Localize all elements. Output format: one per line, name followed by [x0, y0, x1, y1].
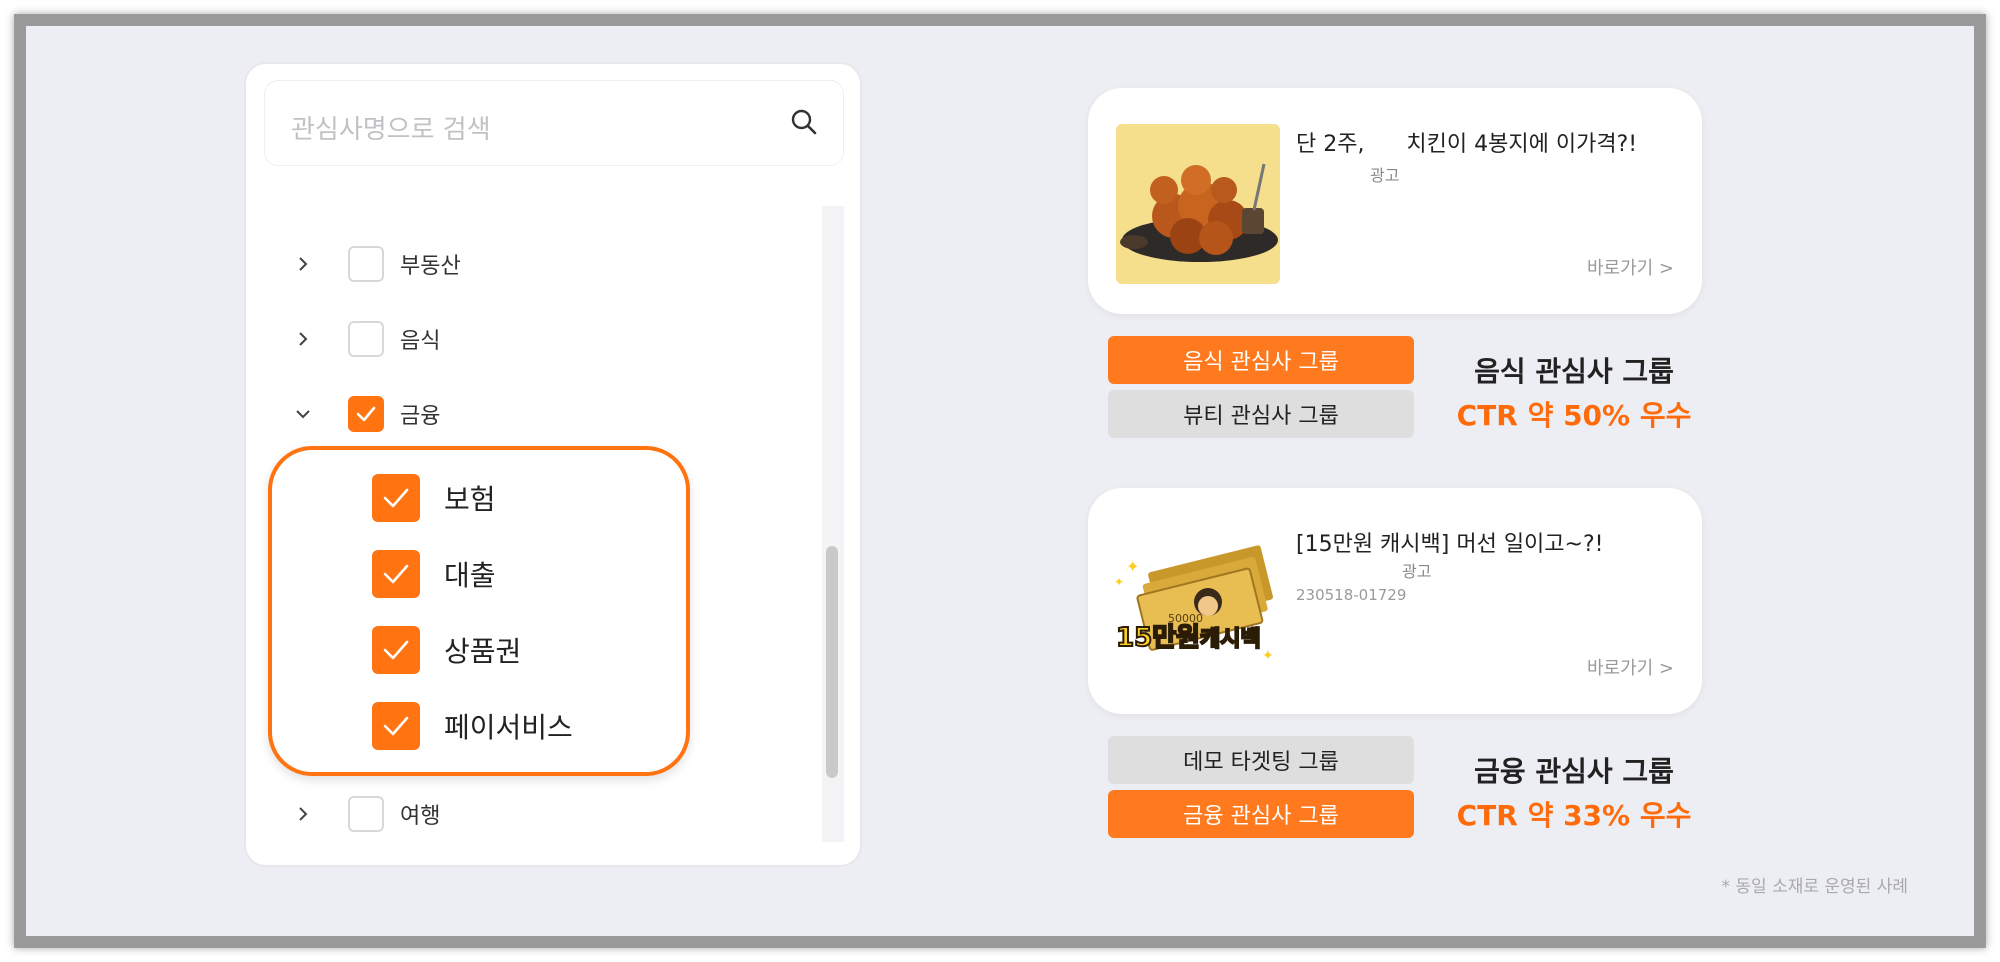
svg-text:✦: ✦	[1262, 648, 1274, 664]
scrollbar-thumb[interactable]	[826, 546, 838, 778]
tree-item-realestate[interactable]: 부동산	[288, 246, 461, 282]
checkbox[interactable]	[348, 796, 384, 832]
checkbox-checked[interactable]	[372, 626, 420, 674]
chevron-right-icon[interactable]	[288, 324, 318, 354]
result-ctr: CTR 약 50% 우수	[1456, 399, 1692, 432]
tree-item-label: 여행	[400, 804, 441, 829]
search-input[interactable]: 관심사명으로 검색	[264, 80, 844, 166]
checkbox[interactable]	[348, 246, 384, 282]
tree-item-label: 금융	[400, 404, 441, 429]
tree-subitem-insurance[interactable]: 보험	[372, 474, 496, 522]
check-icon	[383, 564, 409, 584]
svg-text:✦: ✦	[1114, 575, 1124, 589]
ad-title: 단 2주, 치킨이 4봉지에 이가격?!	[1296, 132, 1638, 157]
tree-subitem-label: 대출	[444, 559, 496, 592]
chevron-right-icon[interactable]	[288, 799, 318, 829]
check-icon	[383, 716, 409, 736]
tree-subitem-giftcard[interactable]: 상품권	[372, 626, 521, 674]
footnote: * 동일 소재로 운영된 사례	[1721, 877, 1908, 897]
group-pill-food: 음식 관심사 그룹	[1108, 336, 1414, 384]
tree-subitem-loan[interactable]: 대출	[372, 550, 496, 598]
go-link[interactable]: 바로가기 >	[1587, 654, 1674, 680]
search-placeholder: 관심사명으로 검색	[291, 115, 491, 145]
ad-label: 광고	[1370, 166, 1400, 185]
check-icon	[383, 640, 409, 660]
checkbox-checked[interactable]	[372, 702, 420, 750]
result-group: 음식 관심사 그룹	[1474, 355, 1674, 388]
ad-card-cashback[interactable]: 50000 15만원 캐시백 ✦ ✦ ✦ [15만원 캐시백] 머선 일이고~?…	[1088, 488, 1702, 714]
check-icon	[383, 488, 409, 508]
ad-title: [15만원 캐시백] 머선 일이고~?!	[1296, 532, 1604, 557]
tree-subitem-label: 상품권	[444, 635, 522, 668]
cashback-money-image: 50000 15만원 캐시백 ✦ ✦ ✦	[1112, 540, 1280, 670]
tree-item-label: 부동산	[400, 254, 461, 279]
result-group: 금융 관심사 그룹	[1474, 755, 1674, 788]
result-summary-1: 음식 관심사 그룹 CTR 약 50% 우수	[1454, 350, 1694, 434]
ad-label: 광고	[1402, 562, 1432, 581]
search-icon[interactable]	[789, 107, 819, 137]
cashback-amount-text: 15만원	[1116, 623, 1200, 653]
tree-item-finance[interactable]: 금융	[288, 396, 440, 432]
tree-item-travel[interactable]: 여행	[288, 796, 440, 832]
checkbox-checked[interactable]	[372, 474, 420, 522]
tree-subitem-payservice[interactable]: 페이서비스	[372, 702, 573, 750]
checkbox[interactable]	[348, 321, 384, 357]
group-pill-finance: 금융 관심사 그룹	[1108, 790, 1414, 838]
tree-subitem-label: 보험	[444, 483, 496, 516]
check-icon	[356, 406, 376, 422]
group-pill-beauty: 뷰티 관심사 그룹	[1108, 390, 1414, 438]
ad-card-chicken[interactable]: 단 2주, 치킨이 4봉지에 이가격?! 광고 바로가기 >	[1088, 88, 1702, 314]
chevron-right-icon[interactable]	[288, 249, 318, 279]
go-link[interactable]: 바로가기 >	[1587, 254, 1674, 280]
chevron-down-icon[interactable]	[288, 399, 318, 429]
result-ctr: CTR 약 33% 우수	[1456, 799, 1692, 832]
tree-item-label: 음식	[400, 329, 441, 354]
result-summary-2: 금융 관심사 그룹 CTR 약 33% 우수	[1454, 750, 1694, 834]
tree-subitem-label: 페이서비스	[444, 711, 573, 744]
checkbox-checked[interactable]	[372, 550, 420, 598]
highlighted-subcategory-box: 보험 대출 상품권 페이서비스	[268, 446, 690, 776]
tree-item-food[interactable]: 음식	[288, 321, 440, 357]
svg-text:✦: ✦	[1126, 557, 1139, 576]
fried-chicken-image	[1116, 124, 1280, 284]
group-pill-demo: 데모 타겟팅 그룹	[1108, 736, 1414, 784]
ad-code: 230518-01729	[1296, 586, 1407, 604]
checkbox-checked[interactable]	[348, 396, 384, 432]
cashback-word-text: 캐시백	[1200, 627, 1261, 652]
